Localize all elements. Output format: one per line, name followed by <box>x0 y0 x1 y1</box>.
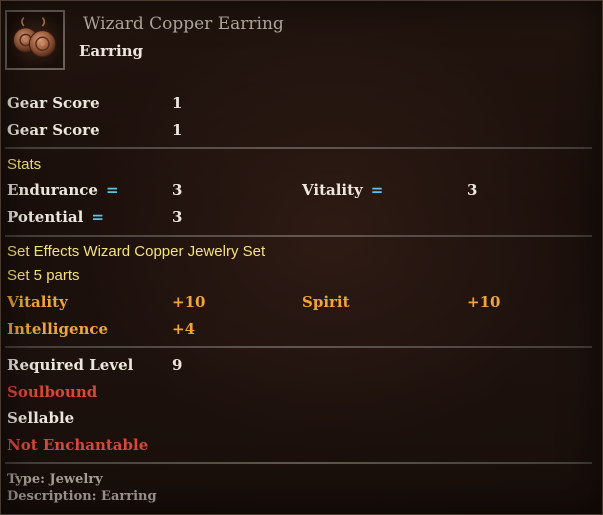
section-divider <box>5 346 592 348</box>
stat-label: Vitality <box>302 181 363 199</box>
set-bonus-value: +10 <box>172 293 206 311</box>
stat-label: Potential <box>7 208 84 226</box>
set-bonus-label: Intelligence <box>7 320 109 338</box>
section-divider <box>5 147 592 149</box>
enchant-status: Not Enchantable <box>7 436 149 454</box>
set-bonus-label: Vitality <box>7 293 68 311</box>
item-name: Wizard Copper Earring <box>83 14 284 34</box>
item-category: Type: Jewelry <box>7 472 103 487</box>
stat-potential: Potential = <box>7 208 104 226</box>
stats-heading: Stats <box>7 156 42 173</box>
stat-value: 3 <box>172 181 183 199</box>
section-divider <box>5 235 592 237</box>
set-bonus-value: +10 <box>467 293 501 311</box>
set-bonus-value: +4 <box>172 320 196 338</box>
sellable-status: Sellable <box>7 409 75 427</box>
copper-earring-icon <box>5 10 65 70</box>
earring-graphic <box>13 17 56 58</box>
stat-endurance: Endurance = <box>7 181 119 199</box>
stat-value: 3 <box>467 181 478 199</box>
item-description: Description: Earring <box>7 489 157 504</box>
stat-value: 3 <box>172 208 183 226</box>
soulbound-status: Soulbound <box>7 383 98 401</box>
equal-marker-icon: = <box>91 208 104 226</box>
set-parts-label: Set 5 parts <box>7 267 80 284</box>
gear-score-label: Gear Score <box>7 121 100 139</box>
equal-marker-icon: = <box>105 181 119 199</box>
set-bonus-label: Spirit <box>302 293 350 311</box>
gear-score-label: Gear Score <box>7 94 100 112</box>
required-level-label: Required Level <box>7 356 134 374</box>
item-tooltip: Wizard Copper Earring Earring Gear Score… <box>0 0 603 515</box>
required-level-value: 9 <box>172 356 183 374</box>
stat-label: Endurance <box>7 181 98 199</box>
item-type: Earring <box>79 42 144 60</box>
equal-marker-icon: = <box>370 181 384 199</box>
gear-score-value: 1 <box>172 94 183 112</box>
set-effects-heading: Set Effects Wizard Copper Jewelry Set <box>7 243 266 260</box>
gear-score-value: 1 <box>172 121 183 139</box>
section-divider <box>5 462 592 464</box>
stat-vitality: Vitality = <box>302 181 383 199</box>
